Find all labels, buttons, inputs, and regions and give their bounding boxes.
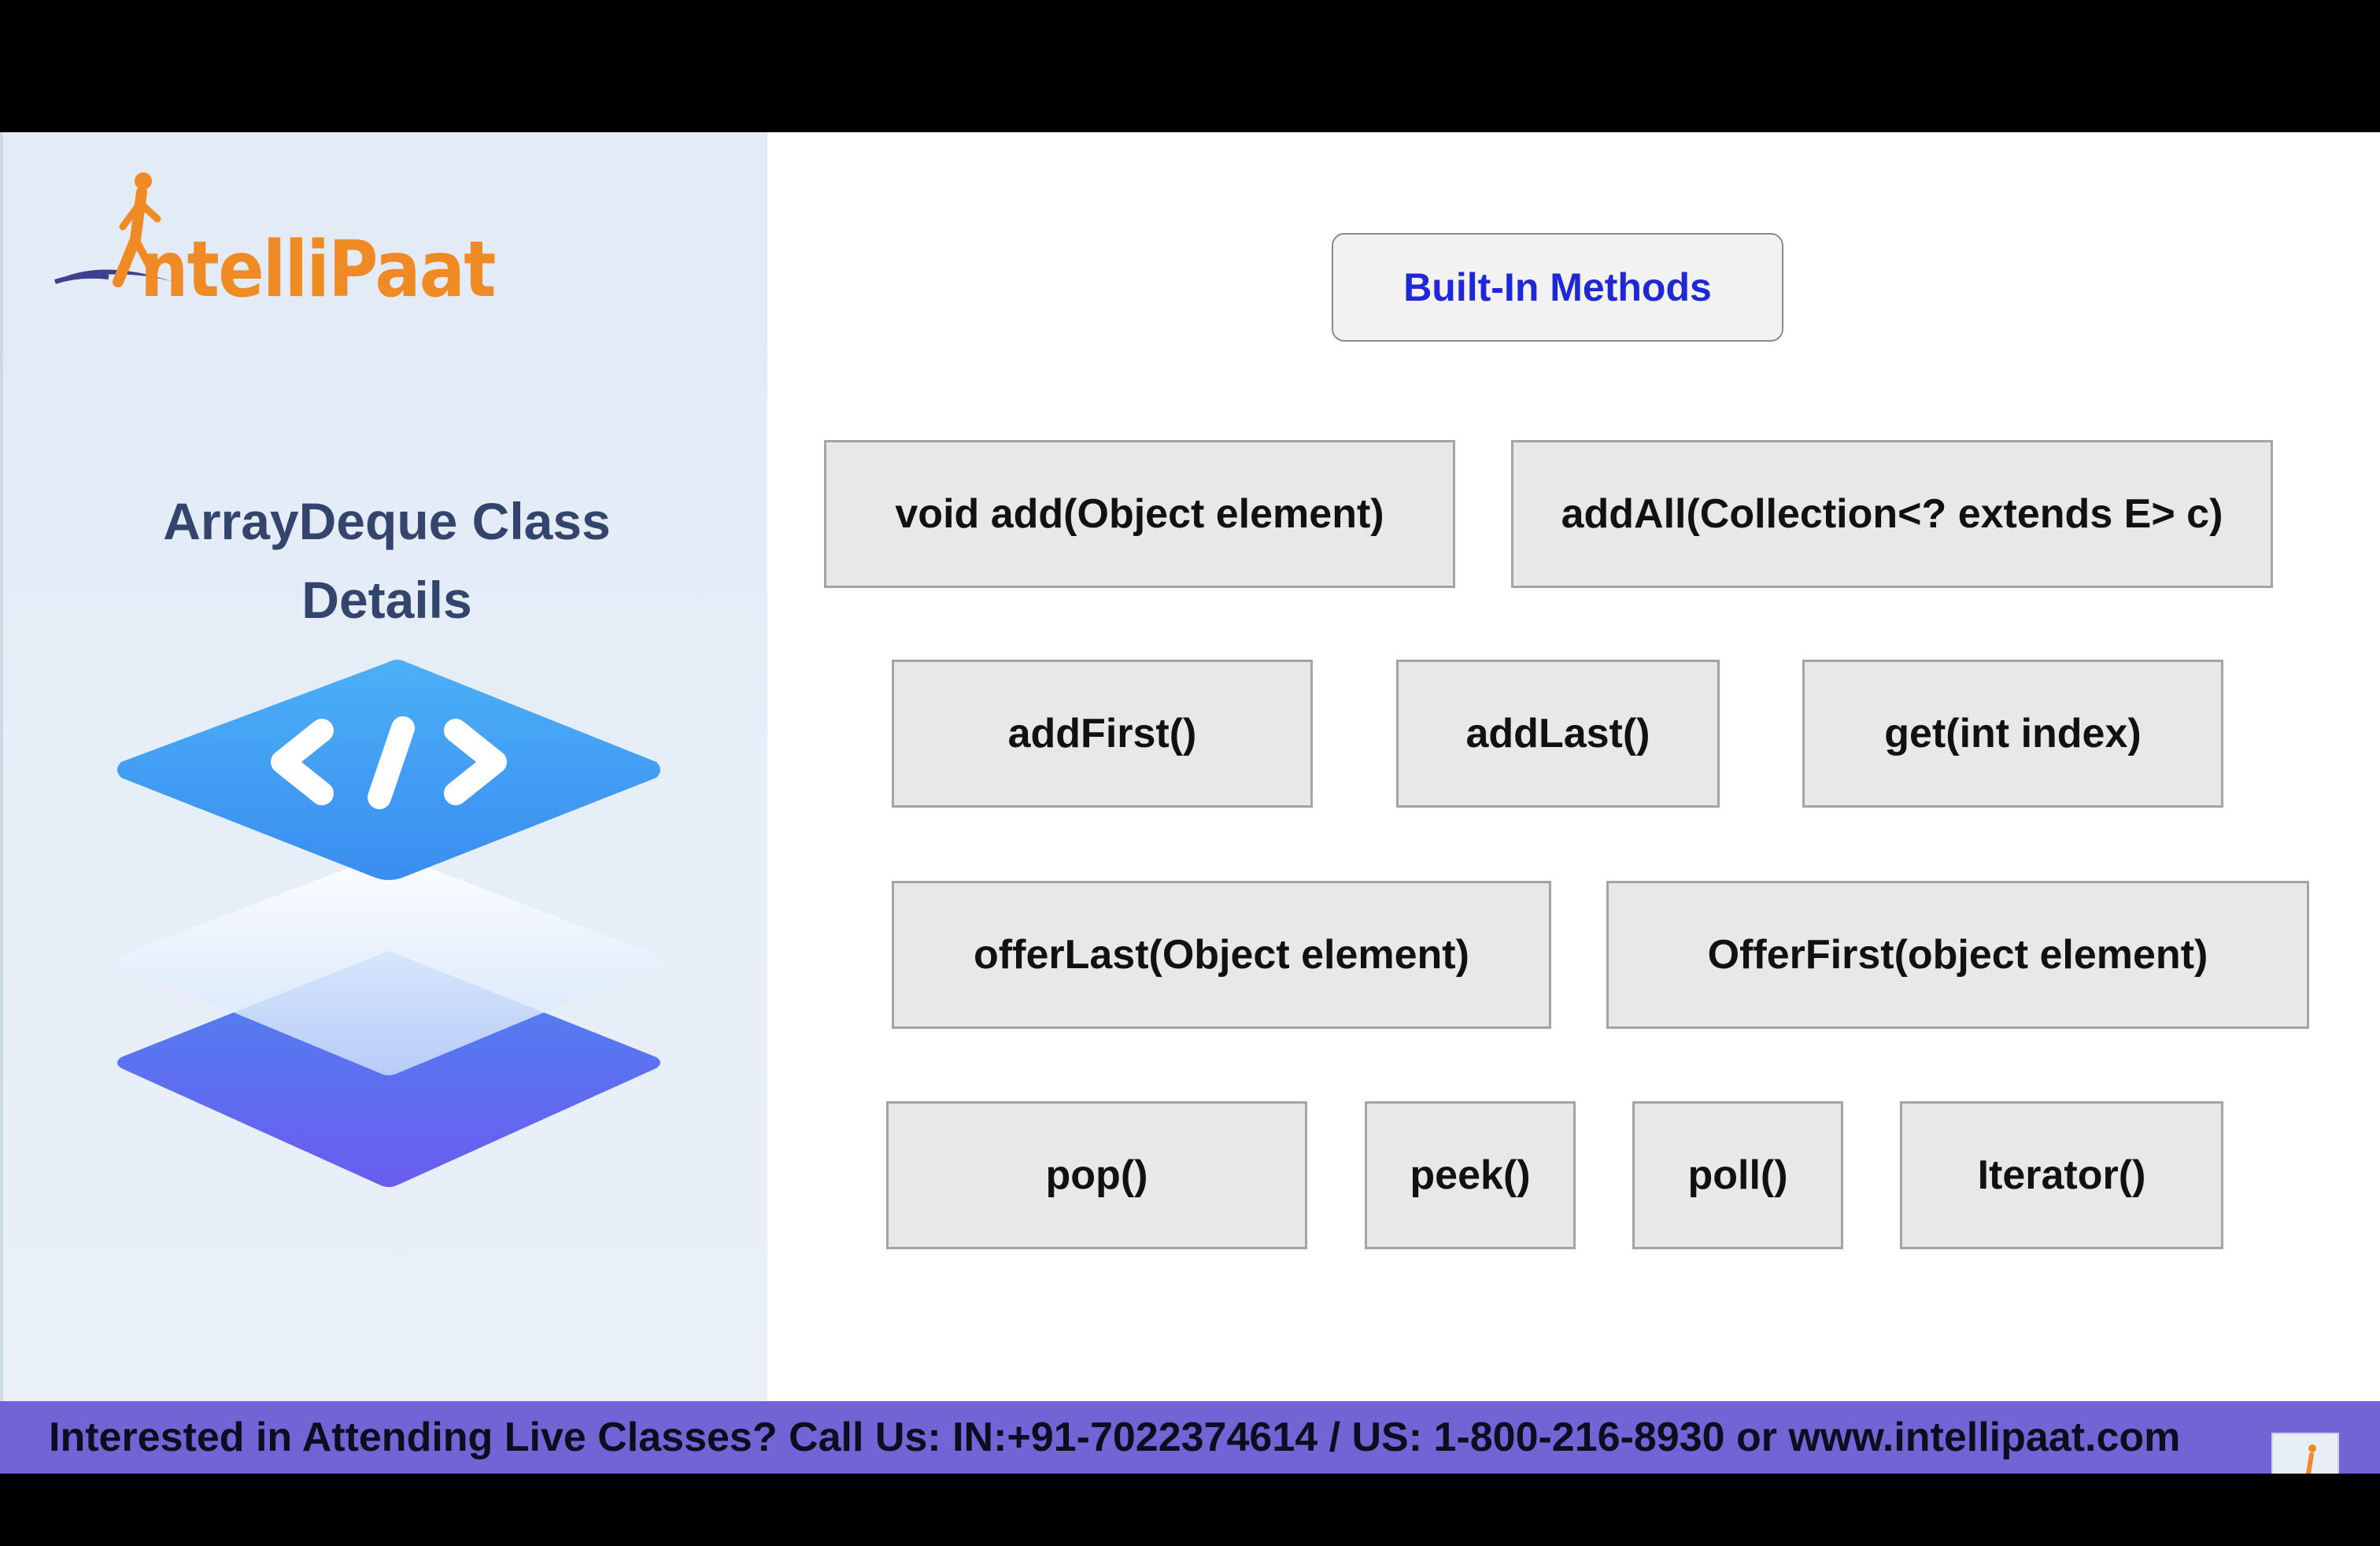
method-box: void add(Object element) xyxy=(824,440,1455,588)
title-line-2: Details xyxy=(301,571,472,629)
method-box: pop() xyxy=(886,1101,1307,1249)
method-box: addAll(Collection<? extends E> c) xyxy=(1511,440,2273,588)
title-line-1: ArrayDeque Class xyxy=(163,492,611,550)
contact-banner-text: Interested in Attending Live Classes? Ca… xyxy=(49,1415,2181,1460)
method-box: peek() xyxy=(1365,1101,1576,1249)
video-frame: ntelliPaat ArrayDeque Class Details Buil… xyxy=(0,0,2380,1546)
method-box: addLast() xyxy=(1396,660,1720,808)
letterbox-top xyxy=(0,0,2380,132)
method-box: poll() xyxy=(1632,1101,1843,1249)
logo-wordmark: ntelliPaat xyxy=(140,225,496,315)
method-box: get(int index) xyxy=(1802,660,2223,808)
code-layers-icon xyxy=(117,660,660,1187)
method-box: offerLast(Object element) xyxy=(892,881,1551,1029)
left-panel: ntelliPaat ArrayDeque Class Details xyxy=(0,132,767,1401)
intellipaat-logo: ntelliPaat xyxy=(47,164,496,315)
method-box: Iterator() xyxy=(1900,1101,2223,1249)
page-title: ArrayDeque Class Details xyxy=(3,482,771,639)
slide: ntelliPaat ArrayDeque Class Details Buil… xyxy=(0,132,2380,1401)
method-box: addFirst() xyxy=(892,660,1313,808)
contact-banner: Interested in Attending Live Classes? Ca… xyxy=(0,1401,2380,1474)
built-in-methods-heading: Built-In Methods xyxy=(1332,233,1783,342)
method-box: OfferFirst(object element) xyxy=(1606,881,2309,1029)
letterbox-bottom xyxy=(0,1474,2380,1546)
